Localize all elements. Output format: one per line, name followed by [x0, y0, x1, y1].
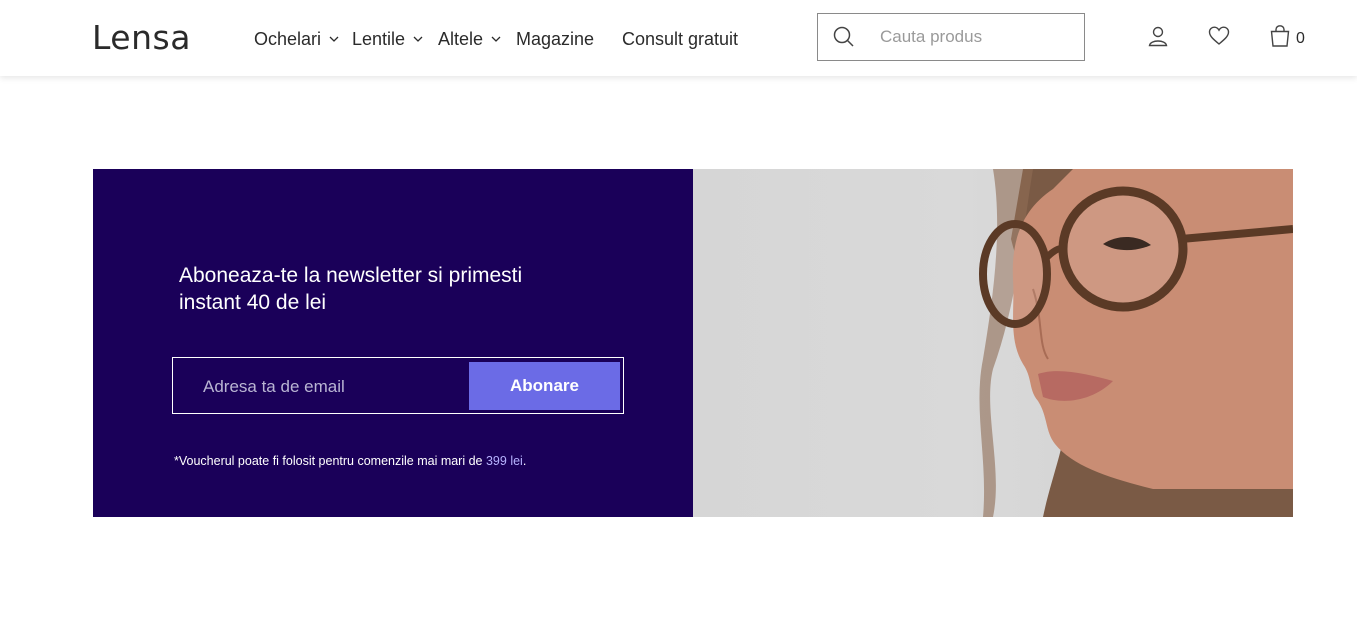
search-input[interactable]	[880, 24, 1075, 50]
heart-icon[interactable]	[1207, 24, 1231, 48]
woman-wearing-glasses-photo	[979, 169, 1293, 517]
chevron-down-icon	[413, 36, 423, 42]
nav-label: Ochelari	[254, 28, 322, 49]
nav-label: Altele	[438, 28, 484, 49]
newsletter-panel: Aboneaza-te la newsletter si primesti in…	[93, 169, 693, 517]
email-field[interactable]	[203, 374, 463, 400]
site-header: Lensa Ochelari Lentile Altele Magazine C…	[0, 0, 1357, 76]
nav-label: Magazine	[516, 28, 595, 49]
nav-item-lentile[interactable]: Lentile	[352, 29, 425, 50]
note-amount: 399 lei	[485, 454, 523, 468]
search-icon[interactable]	[832, 25, 856, 49]
nav-item-ochelari[interactable]: Ochelari	[254, 29, 341, 50]
hero-image	[693, 169, 1293, 517]
nav-item-altele[interactable]: Altele	[438, 29, 503, 50]
chevron-down-icon	[491, 36, 501, 42]
cart-count-badge: 0	[1296, 30, 1305, 47]
note-suffix: .	[522, 454, 527, 468]
bag-icon[interactable]	[1268, 24, 1292, 48]
chevron-down-icon	[329, 36, 339, 42]
nav-item-consult-gratuit[interactable]: Consult gratuit	[622, 29, 738, 50]
note-text: *Voucherul poate fi folosit pentru comen…	[174, 454, 486, 468]
search-box	[817, 13, 1085, 61]
voucher-note: *Voucherul poate fi folosit pentru comen…	[174, 454, 526, 468]
subscribe-button[interactable]: Abonare	[469, 362, 620, 410]
nav-item-magazine[interactable]: Magazine	[516, 29, 594, 50]
newsletter-headline: Aboneaza-te la newsletter si primesti in…	[179, 264, 523, 314]
newsletter-form: Abonare	[172, 357, 624, 414]
user-icon[interactable]	[1146, 24, 1170, 48]
lensa-logo[interactable]: Lensa	[92, 18, 191, 57]
nav-label: Consult gratuit	[622, 28, 739, 49]
nav-label: Lentile	[352, 28, 406, 49]
